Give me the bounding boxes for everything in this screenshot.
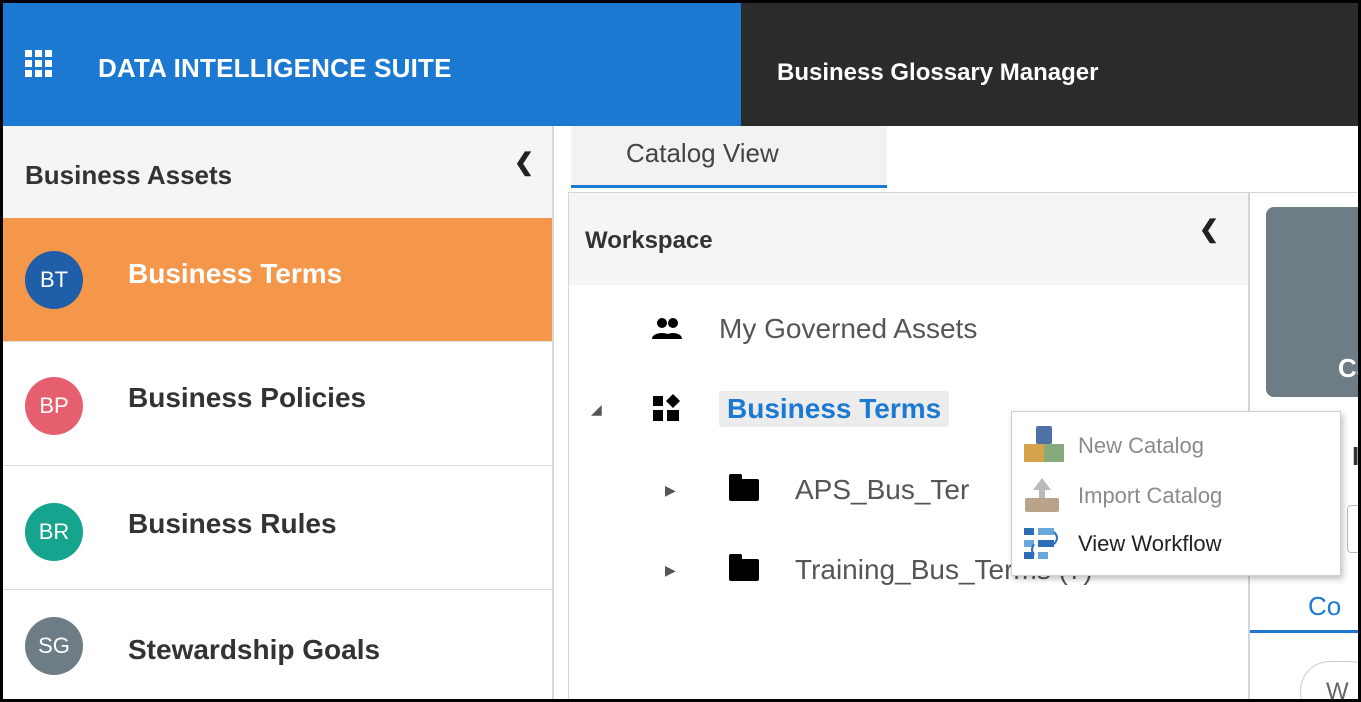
tab-co[interactable]: Co: [1250, 575, 1358, 633]
sidebar-header: Business Assets ❮: [3, 126, 552, 218]
workspace-title: Workspace: [585, 227, 713, 254]
chevron-left-icon[interactable]: ❮: [514, 148, 534, 177]
sidebar-item-stewardship-goals[interactable]: SG Stewardship Goals: [3, 590, 552, 699]
avatar-br: BR: [25, 503, 83, 561]
section-heading: IN: [1352, 441, 1360, 471]
people-icon: [651, 315, 683, 343]
chevron-left-icon[interactable]: ❮: [1199, 215, 1219, 244]
sidebar-item-business-rules[interactable]: BR Business Rules: [3, 466, 552, 590]
avatar-sg: SG: [25, 617, 83, 675]
sidebar-item-label: Business Policies: [128, 382, 367, 413]
workspace-header: Workspace ❮: [569, 193, 1248, 285]
tab-label: Co: [1308, 591, 1342, 621]
input-field[interactable]: [1347, 505, 1358, 553]
tree-item-label: APS_Bus_Ter: [795, 474, 970, 505]
tab-catalog-view[interactable]: Catalog View: [571, 126, 887, 188]
tree-item-business-terms[interactable]: ◢ Business Terms: [591, 387, 950, 431]
sidebar-item-label: Business Terms: [128, 258, 343, 289]
tree-item-my-governed-assets[interactable]: My Governed Assets: [651, 307, 977, 351]
app-title-area: Business Glossary Manager: [741, 3, 1358, 126]
pill-label: W: [1326, 678, 1349, 702]
avatar-bt: BT: [25, 251, 83, 309]
collapsed-triangle-icon[interactable]: ▶: [665, 482, 729, 499]
sidebar-item-label: Business Rules: [128, 508, 337, 539]
top-bar: DATA INTELLIGENCE SUITE Business Glossar…: [3, 3, 1358, 126]
business-assets-sidebar: Business Assets ❮ BT Business Terms BP B…: [3, 126, 554, 699]
catalog-icon: [651, 393, 683, 425]
tab-label: Catalog View: [626, 138, 779, 168]
menu-item-new-catalog[interactable]: New Catalog: [1012, 422, 1342, 470]
sidebar-title: Business Assets: [25, 160, 233, 190]
app-window: DATA INTELLIGENCE SUITE Business Glossar…: [0, 0, 1361, 702]
app-title: Business Glossary Manager: [777, 59, 1099, 86]
tree-item-label: My Governed Assets: [719, 313, 978, 344]
sidebar-item-business-policies[interactable]: BP Business Policies: [3, 342, 552, 466]
card-label: Cat: [1338, 353, 1358, 383]
expanded-triangle-icon[interactable]: ◢: [591, 401, 651, 418]
menu-item-label: Import Catalog: [1078, 483, 1223, 508]
summary-card[interactable]: Cat: [1266, 207, 1358, 397]
grid-apps-icon[interactable]: [25, 50, 52, 77]
menu-item-view-workflow[interactable]: View Workflow: [1012, 520, 1342, 568]
sidebar-item-business-terms[interactable]: BT Business Terms: [3, 218, 552, 342]
brand-title: DATA INTELLIGENCE SUITE: [98, 53, 452, 83]
folder-icon: [729, 474, 759, 501]
menu-item-label: View Workflow: [1078, 531, 1222, 556]
tree-selected-highlight[interactable]: Business Terms: [719, 391, 950, 427]
brand-area: DATA INTELLIGENCE SUITE: [3, 3, 741, 126]
collapsed-triangle-icon[interactable]: ▶: [665, 562, 729, 579]
sidebar-item-label: Stewardship Goals: [128, 634, 381, 665]
new-catalog-icon: [1022, 426, 1064, 466]
import-catalog-icon: [1022, 476, 1064, 516]
tree-item-label: Business Terms: [727, 393, 942, 424]
avatar-bp: BP: [25, 377, 83, 435]
folder-icon: [729, 554, 759, 581]
menu-item-import-catalog[interactable]: Import Catalog: [1012, 472, 1342, 520]
context-menu: New Catalog Import Catalog View Workflow: [1011, 411, 1341, 576]
tree-item-aps-bus-terms[interactable]: ▶ APS_Bus_Ter: [665, 468, 969, 512]
menu-item-label: New Catalog: [1078, 433, 1204, 458]
pill-button[interactable]: W: [1300, 661, 1358, 702]
workflow-icon: [1022, 524, 1064, 564]
